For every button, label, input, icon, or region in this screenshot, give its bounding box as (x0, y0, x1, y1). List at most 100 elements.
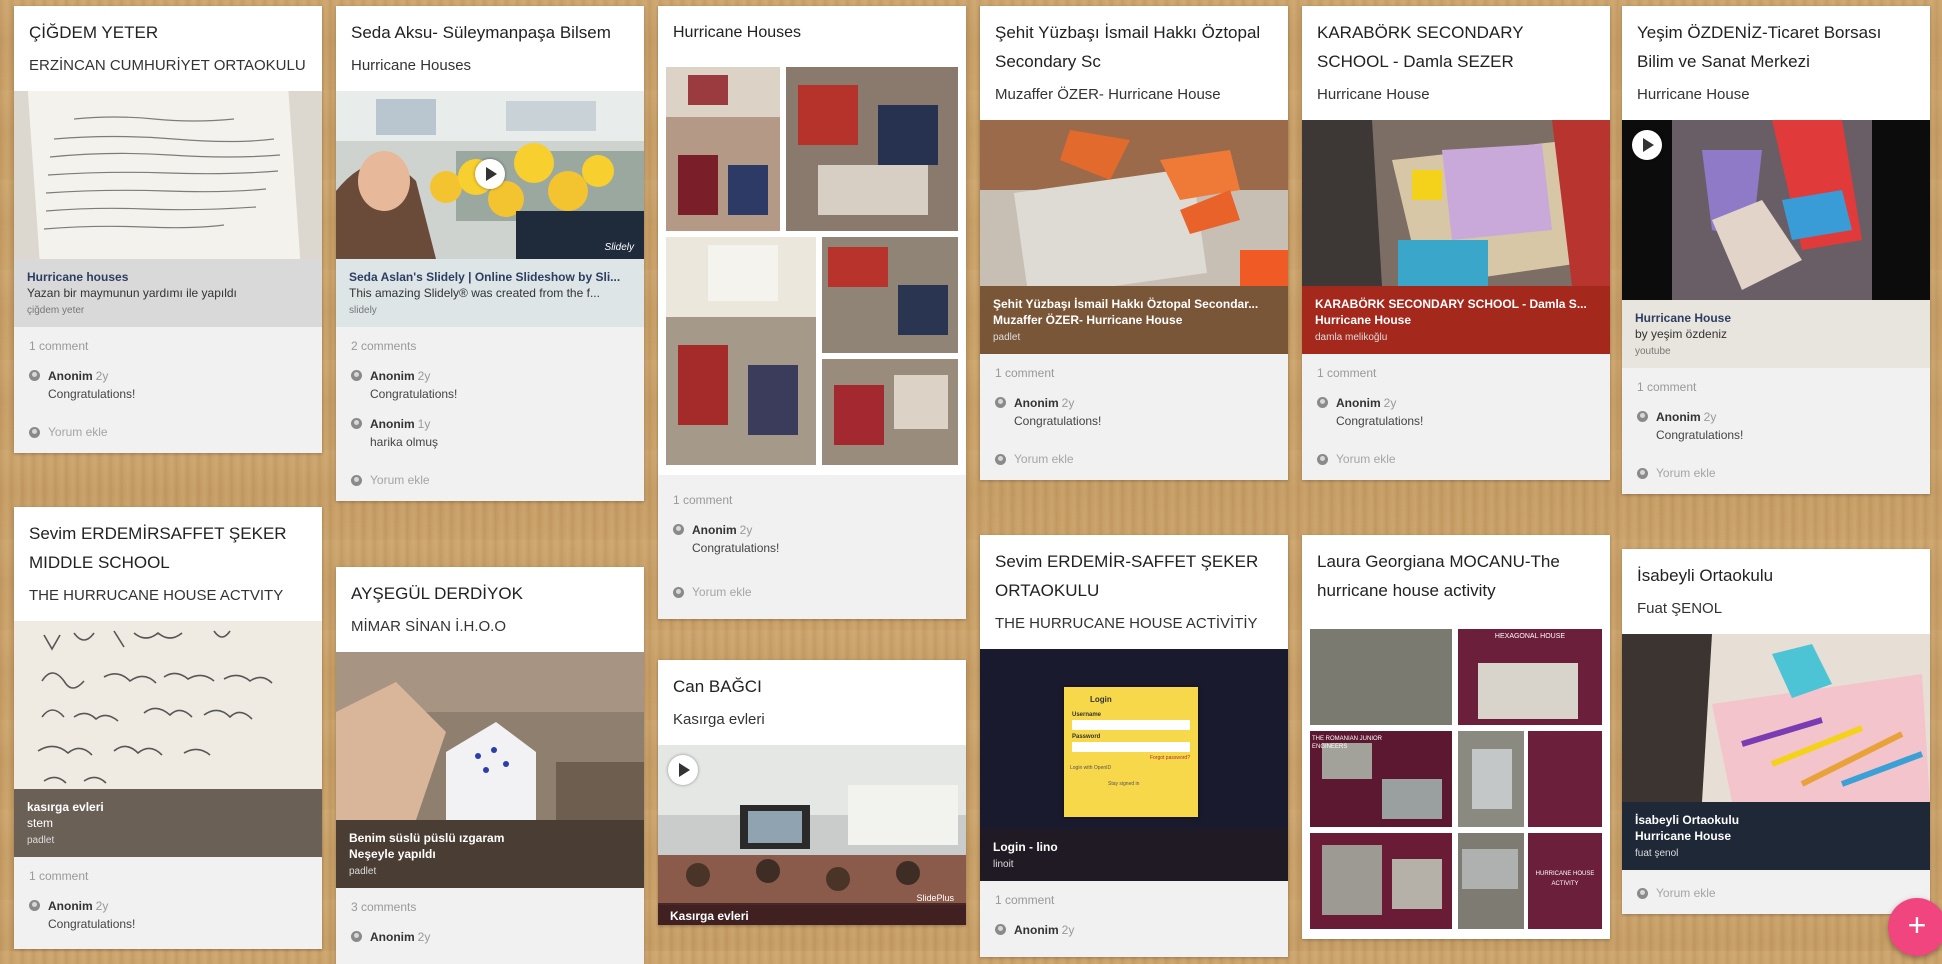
attachment-source: damla melikoğlu (1315, 332, 1388, 343)
post-card[interactable]: KARABÖRK SECONDARY SCHOOL - Damla SEZER … (1302, 6, 1610, 480)
add-comment-field[interactable]: Yorum ekle (1622, 460, 1930, 494)
post-card[interactable]: Seda Aksu- Süleymanpaşa Bilsem Hurricane… (336, 6, 644, 501)
lino-forgot-link[interactable]: Forgot password? (1064, 752, 1198, 761)
comment-count[interactable]: 1 comment (673, 493, 951, 507)
add-comment-field[interactable]: Yorum ekle (1622, 870, 1930, 914)
comment-count[interactable]: 1 comment (1637, 380, 1915, 394)
comment-age: 2y (1383, 396, 1397, 410)
add-comment-field[interactable]: Yorum ekle (980, 446, 1288, 480)
comment-count[interactable]: 1 comment (29, 869, 307, 883)
comment-author: Anonim (370, 930, 415, 944)
attachment-caption[interactable]: Benim süslü püslü ızgaram Neşeyle yapıld… (336, 820, 644, 888)
post-card[interactable]: Laura Georgiana MOCANU-The hurricane hou… (1302, 535, 1610, 939)
attachment-caption[interactable]: Login - lino linoit (980, 829, 1288, 881)
attachment-title: Seda Aslan's Slidely | Online Slideshow … (349, 270, 621, 284)
avatar-icon (29, 370, 40, 381)
comment-count[interactable]: 1 comment (1317, 366, 1595, 380)
comment: Anonim 2y (995, 921, 1273, 939)
post-card[interactable]: AYŞEGÜL DERDİYOK MİMAR SİNAN İ.H.O.O Ben… (336, 567, 644, 964)
avatar-icon (351, 931, 362, 942)
post-card[interactable]: Yeşim ÖZDENİZ-Ticaret Borsası Bilim ve S… (1622, 6, 1930, 494)
comment: Anonim 2y (351, 928, 629, 946)
attachment-source: padlet (349, 866, 377, 877)
post-title: Yeşim ÖZDENİZ-Ticaret Borsası Bilim ve S… (1637, 23, 1882, 71)
comment-count[interactable]: 1 comment (995, 366, 1273, 380)
post-subtitle: THE HURRUCANE HOUSE ACTİVİTİY (995, 615, 1258, 632)
attachment-caption[interactable]: Şehit Yüzbaşı İsmail Hakkı Öztopal Secon… (980, 286, 1288, 354)
comment: Anonim 1y harika olmuş (351, 415, 629, 449)
attachment-caption[interactable]: KARABÖRK SECONDARY SCHOOL - Damla S... H… (1302, 286, 1610, 354)
lino-openid-link[interactable]: Login with OpenID (1064, 761, 1198, 771)
lino-password-input[interactable] (1072, 742, 1190, 752)
comment-text: Congratulations! (1656, 428, 1744, 442)
attachment-caption[interactable]: Seda Aslan's Slidely | Online Slideshow … (336, 259, 644, 327)
post-subtitle: ERZİNCAN CUMHURİYET ORTAOKULU (29, 57, 306, 74)
play-icon[interactable] (1632, 130, 1662, 160)
post-title: İsabeyli Ortaokulu (1637, 566, 1774, 585)
add-comment-field[interactable]: Yorum ekle (658, 573, 966, 619)
collage-label: THE ROMANIAN JUNIOR ENGINEERS (1312, 736, 1383, 750)
attachment-image[interactable] (980, 120, 1288, 286)
lino-stay-signed-in[interactable]: Stay signed in (1064, 771, 1198, 787)
post-title: Sevim ERDEMİRSAFFET ŞEKER MIDDLE SCHOOL (29, 524, 287, 572)
attachment-image[interactable] (14, 621, 322, 789)
post-card[interactable]: ÇİĞDEM YETER ERZİNCAN CUMHURİYET ORTAOKU… (14, 6, 322, 453)
attachment-title: Benim süslü püslü ızgaram (349, 831, 505, 845)
post-card[interactable]: Şehit Yüzbaşı İsmail Hakkı Öztopal Secon… (980, 6, 1288, 480)
post-card[interactable]: Sevim ERDEMİR-SAFFET ŞEKER ORTAOKULU THE… (980, 535, 1288, 957)
attachment-caption[interactable]: Kasırga evleri (658, 903, 966, 925)
comment-count[interactable]: 2 comments (351, 339, 629, 353)
comments-section: 1 comment Anonim 2y Congratulations! (980, 354, 1288, 446)
attachment-image[interactable] (1622, 634, 1930, 802)
add-comment-field[interactable]: Yorum ekle (336, 467, 644, 501)
attachment-image[interactable]: Login Username Password Forgot password?… (980, 649, 1288, 829)
avatar-icon (351, 418, 362, 429)
add-comment-field[interactable]: Yorum ekle (1302, 446, 1610, 480)
attachment-description: stem (27, 816, 54, 830)
comment-text: Congratulations! (48, 917, 136, 931)
attachment-caption[interactable]: İsabeyli Ortaokulu Hurricane House fuat … (1622, 802, 1930, 870)
add-post-button[interactable]: + (1888, 898, 1942, 956)
comment-text: Congratulations! (692, 541, 780, 555)
lino-password-label: Password (1072, 734, 1101, 740)
slidely-watermark: Slidely (604, 242, 634, 253)
attachment-image[interactable] (336, 652, 644, 820)
avatar-icon (1637, 411, 1648, 422)
attachment-description: Yazan bir maymunun yardımı ile yapıldı (27, 286, 237, 300)
attachment-image[interactable] (658, 65, 966, 475)
lino-username-input[interactable] (1072, 720, 1190, 730)
avatar-icon (29, 426, 40, 438)
attachment-caption[interactable]: kasırga evleri stem padlet (14, 789, 322, 857)
comment-text: harika olmuş (370, 435, 439, 449)
add-comment-placeholder: Yorum ekle (692, 585, 752, 599)
comment-age: 2y (95, 899, 109, 913)
attachment-image[interactable] (1622, 120, 1930, 300)
comment-count[interactable]: 1 comment (995, 893, 1273, 907)
post-card[interactable]: İsabeyli Ortaokulu Fuat ŞENOL İsabeyli O… (1622, 549, 1930, 914)
avatar-icon (673, 524, 684, 535)
comment: Anonim 2y Congratulations! (1637, 408, 1915, 442)
post-subtitle: Hurricane House (1317, 86, 1430, 103)
add-comment-placeholder: Yorum ekle (1336, 452, 1396, 466)
attachment-caption[interactable]: Hurricane houses Yazan bir maymunun yard… (14, 259, 322, 327)
attachment-image[interactable]: HEXAGONAL HOUSE THE ROMANIAN JUNIOR ENGI… (1302, 619, 1610, 939)
lino-login-panel: Login Username Password Forgot password?… (1064, 687, 1198, 817)
play-icon[interactable] (668, 755, 698, 785)
comment-count[interactable]: 1 comment (29, 339, 307, 353)
attachment-image[interactable]: SlidePlus Kasırga evleri (658, 745, 966, 925)
post-card[interactable]: Sevim ERDEMİRSAFFET ŞEKER MIDDLE SCHOOL … (14, 507, 322, 949)
add-comment-field[interactable]: Yorum ekle (14, 419, 322, 453)
post-subtitle: MİMAR SİNAN İ.H.O.O (351, 618, 507, 635)
post-card[interactable]: Can BAĞCI Kasırga evleri SlidePlus Kasır… (658, 660, 966, 925)
post-card[interactable]: Hurricane Houses 1 comment Anonim 2y Con… (658, 6, 966, 619)
play-icon[interactable] (475, 159, 505, 189)
comment-age: 2y (1061, 923, 1075, 937)
comment-text: Congratulations! (370, 387, 458, 401)
attachment-source: padlet (27, 835, 55, 846)
comment-count[interactable]: 3 comments (351, 900, 629, 914)
attachment-image[interactable] (1302, 120, 1610, 286)
attachment-image[interactable] (14, 91, 322, 259)
attachment-image[interactable]: Slidely (336, 91, 644, 259)
comments-section: 1 comment Anonim 2y Congratulations! (658, 475, 966, 573)
attachment-caption[interactable]: Hurricane House by yeşim özdeniz youtube (1622, 300, 1930, 368)
